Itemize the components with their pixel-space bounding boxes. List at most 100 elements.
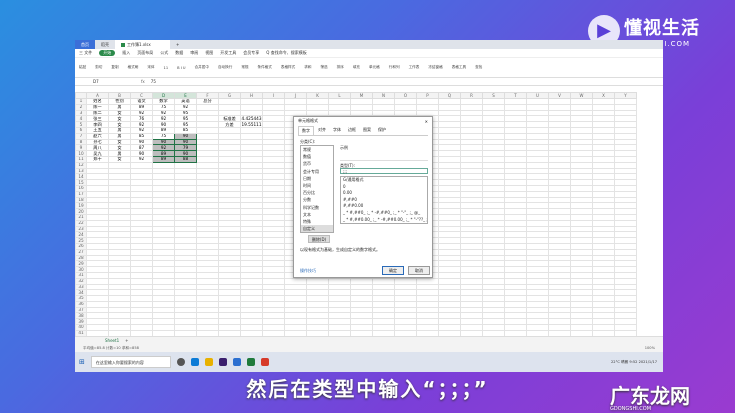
menu-bar: 三 文件 开始 插入 页面布局 公式 数据 审阅 视图 开发工具 会员专享 Q 查找命令、搜索模板 — [75, 49, 663, 58]
ribbon-button[interactable]: B I U — [177, 66, 185, 70]
dialog-tab[interactable]: 图案 — [360, 126, 374, 135]
ribbon-button[interactable]: 求和 — [304, 65, 311, 70]
type-item[interactable]: G/通用格式 — [341, 177, 427, 184]
sheet-tab[interactable]: Sheet1 — [105, 338, 119, 343]
format-cells-dialog: 单元格格式 ✕ 数字 对齐 字体 边框 图案 保护 分类(C): 常规 数值 货币 会计专用 日期时… — [293, 116, 433, 278]
format-description: 以现有格式为基础，生成自定义的数字格式。 — [300, 247, 380, 252]
delete-button[interactable]: 删除(D) — [308, 235, 330, 243]
name-box[interactable]: D7 — [75, 79, 135, 84]
category-item[interactable]: 文本 — [301, 211, 333, 218]
ribbon-button[interactable]: 11 — [164, 66, 169, 70]
explorer-icon[interactable] — [204, 358, 213, 366]
menu-item[interactable]: 审阅 — [190, 50, 198, 56]
type-list[interactable]: G/通用格式 0 0.00 #,##0 #,##0.00 _ * #,##0_ ;_ * … — [340, 176, 428, 224]
ribbon-button[interactable]: 查找 — [475, 65, 482, 70]
category-item[interactable]: 会计专用 — [301, 168, 333, 175]
taskbar-search[interactable]: 在这里输入你要搜索的内容 — [90, 356, 171, 368]
type-item[interactable]: #,##0 — [341, 197, 427, 204]
system-tray[interactable]: 22°C 晴朗 9:52 2021/1/17 — [611, 360, 657, 365]
dialog-tabs: 数字 对齐 字体 边框 图案 保护 — [298, 126, 428, 136]
wps-icon[interactable] — [260, 358, 269, 366]
cortana-icon[interactable] — [176, 358, 185, 366]
ribbon-button[interactable]: 工作表 — [409, 65, 420, 70]
ribbon-button[interactable]: 表格工具 — [452, 65, 466, 70]
dialog-title: 单元格格式 — [298, 118, 318, 123]
category-item[interactable]: 货币 — [301, 160, 333, 167]
menu-item[interactable]: 会员专享 — [243, 50, 259, 56]
menu-item[interactable]: 数据 — [175, 50, 183, 56]
ribbon-button[interactable]: 行和列 — [389, 65, 400, 70]
premiere-icon[interactable] — [218, 358, 227, 366]
dialog-tab[interactable]: 边框 — [345, 126, 359, 135]
taskbar: ⊞ 在这里输入你要搜索的内容 22°C 晴朗 9:52 2021/1/17 — [75, 352, 663, 372]
menu-item[interactable]: 开发工具 — [220, 50, 236, 56]
dialog-tab[interactable]: 字体 — [330, 126, 344, 135]
menu-item[interactable]: Q 查找命令、搜索模板 — [266, 50, 306, 56]
ribbon-button[interactable]: 条件格式 — [258, 65, 272, 70]
sheet-file-icon — [121, 42, 125, 47]
menu-item[interactable]: 视图 — [205, 50, 213, 56]
ribbon-button[interactable]: 复制 — [111, 65, 118, 70]
zoom-level[interactable]: 100% — [645, 346, 655, 350]
type-item[interactable]: #,##0.00 — [341, 203, 427, 210]
category-item[interactable]: 分数 — [301, 196, 333, 203]
fx-icon[interactable]: fx — [141, 79, 145, 84]
menu-item[interactable]: 页面布局 — [137, 50, 153, 56]
add-sheet-button[interactable]: + — [125, 338, 128, 343]
menu-item[interactable]: 三 文件 — [79, 50, 92, 56]
word-icon[interactable] — [232, 358, 241, 366]
ribbon-button[interactable]: 筛选 — [320, 65, 327, 70]
tips-link[interactable]: 操作技巧 — [300, 268, 316, 274]
ribbon-button[interactable]: 合并居中 — [195, 65, 209, 70]
formula-input[interactable]: 75 — [151, 79, 156, 84]
cancel-button[interactable]: 取消 — [408, 266, 430, 275]
excel-icon[interactable] — [246, 358, 255, 366]
ribbon-button[interactable]: 自动换行 — [218, 65, 232, 70]
tab-workbook[interactable]: 工作簿1.xlsx — [115, 40, 170, 49]
category-item[interactable]: 数值 — [301, 153, 333, 160]
dialog-tab[interactable]: 数字 — [298, 126, 314, 135]
close-icon[interactable]: ✕ — [425, 119, 428, 124]
type-item[interactable]: _ * #,##0_ ;_ * -#,##0_ ;_ * "-"_ ;_ @_ — [341, 210, 427, 217]
ribbon-button[interactable]: 表格样式 — [281, 65, 295, 70]
edge-icon[interactable] — [190, 358, 199, 366]
ribbon-button[interactable]: 排序 — [337, 65, 344, 70]
ok-button[interactable]: 确定 — [382, 266, 404, 275]
tab-templates[interactable]: 稻壳 — [95, 40, 115, 49]
ribbon-button[interactable]: 格式刷 — [128, 65, 139, 70]
type-input[interactable]: ;;; — [340, 168, 428, 174]
menu-item[interactable]: 插入 — [122, 50, 130, 56]
ribbon-button[interactable]: 粘贴 — [79, 65, 86, 70]
menu-item[interactable]: 开始 — [99, 50, 116, 56]
ribbon-toolbar: 粘贴 剪切 复制 格式刷 宋体 11 B I U 合并居中 自动换行 常规 条件格式 表格样式 求和 筛选… — [75, 58, 663, 78]
category-item[interactable]: 科学记数 — [301, 204, 333, 211]
category-item[interactable]: 特殊 — [301, 218, 333, 225]
ribbon-button[interactable]: 常规 — [241, 65, 248, 70]
ribbon-button[interactable]: 剪切 — [95, 65, 102, 70]
category-item[interactable]: 常规 — [301, 146, 333, 153]
menu-item[interactable]: 公式 — [160, 50, 168, 56]
type-item[interactable]: _ * #,##0.00_ ;_ * -#,##0.00_ ;_ * "-"??… — [341, 217, 427, 223]
type-item[interactable]: 0 — [341, 184, 427, 191]
tab-home[interactable]: 首页 — [75, 40, 95, 49]
ribbon-button[interactable]: 宋体 — [147, 65, 154, 70]
category-item[interactable]: 日期 — [301, 175, 333, 182]
ribbon-button[interactable]: 冻结窗格 — [428, 65, 442, 70]
tab-workbook-label: 工作簿1.xlsx — [127, 41, 151, 47]
category-item[interactable]: 百分比 — [301, 189, 333, 196]
category-item[interactable]: 自定义 — [301, 225, 333, 233]
dialog-tab[interactable]: 保护 — [375, 126, 389, 135]
ribbon-button[interactable]: 填充 — [353, 65, 360, 70]
wps-window: 首页 稻壳 工作簿1.xlsx + 三 文件 开始 插入 页面布局 公式 数据 审阅 视图 开发… — [75, 40, 663, 352]
new-tab-button[interactable]: + — [170, 40, 185, 49]
ribbon-button[interactable]: 单元格 — [369, 65, 380, 70]
watermark-title: 广东龙网 — [610, 384, 690, 408]
dialog-tab[interactable]: 对齐 — [315, 126, 329, 135]
sheet-tabs: Sheet1 + — [75, 336, 663, 344]
category-list[interactable]: 常规 数值 货币 会计专用 日期 时间 百分比 分数 科学记数 文本 特殊 自定义 — [300, 145, 334, 233]
start-icon[interactable]: ⊞ — [79, 358, 85, 366]
type-item[interactable]: 0.00 — [341, 190, 427, 197]
tab-bar: 首页 稻壳 工作簿1.xlsx + — [75, 40, 663, 49]
status-summary: 平均值=85.8 计数=10 求和=858 — [83, 345, 139, 350]
category-item[interactable]: 时间 — [301, 182, 333, 189]
